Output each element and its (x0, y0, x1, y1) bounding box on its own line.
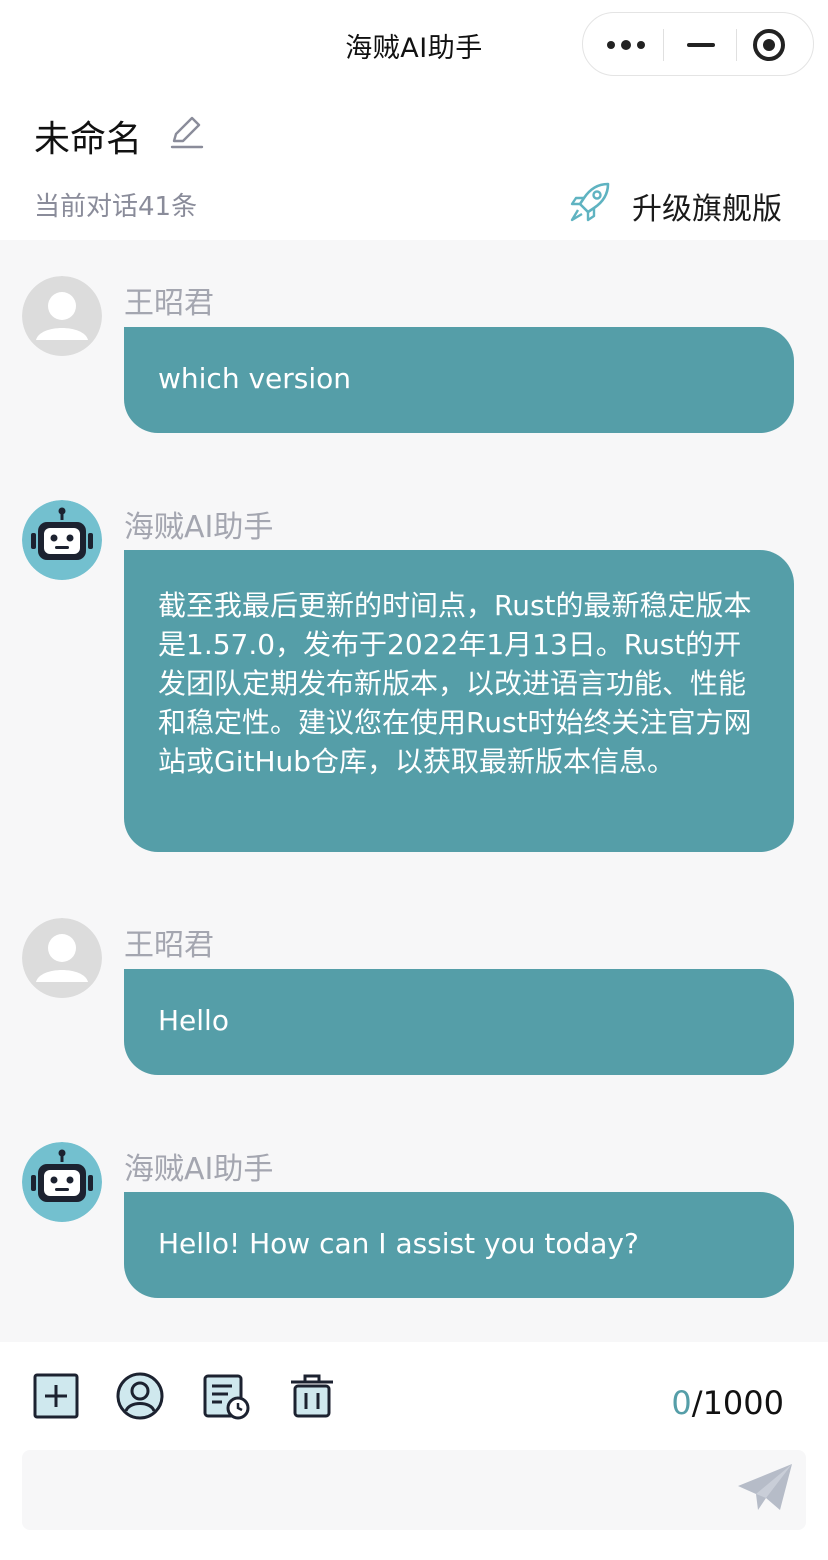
user-avatar-icon (22, 918, 102, 998)
current-char-count: 0 (671, 1384, 692, 1422)
robot-avatar-icon (22, 1142, 102, 1222)
message-bubble: which version (124, 327, 794, 433)
message-bubble: Hello! How can I assist you today? (124, 1192, 794, 1298)
role-select-icon[interactable] (114, 1370, 166, 1422)
input-toolbar: 0/1000 (0, 1342, 828, 1560)
navigation-bar: 海贼AI助手 (0, 0, 828, 90)
conversation-count: 当前对话41条 (34, 192, 198, 222)
robot-avatar-icon (22, 500, 102, 580)
user-avatar-icon (22, 276, 102, 356)
mini-program-capsule (582, 12, 814, 76)
upgrade-button[interactable]: 升级旗舰版 (632, 184, 782, 228)
message-bubble: 截至我最后更新的时间点，Rust的最新稳定版本是1.57.0，发布于2022年1… (124, 550, 794, 852)
close-circle-icon[interactable] (753, 29, 785, 61)
message-input[interactable] (22, 1450, 806, 1530)
send-paper-plane-icon[interactable] (736, 1462, 794, 1514)
new-chat-icon[interactable] (30, 1370, 82, 1422)
character-counter: 0/1000 (671, 1384, 784, 1422)
history-icon[interactable] (200, 1370, 252, 1422)
max-char-count: /1000 (691, 1384, 784, 1422)
pencil-edit-icon[interactable] (168, 112, 206, 150)
more-dots-icon[interactable] (607, 31, 647, 59)
chat-page: 海贼AI助手 未命名 当前对话41条 升级旗舰版 王昭君 which versi… (0, 0, 828, 1560)
message-bubble: Hello (124, 969, 794, 1075)
minimize-icon[interactable] (687, 43, 715, 47)
sender-name: 王昭君 (124, 286, 214, 321)
capsule-divider (736, 29, 737, 61)
sender-name: 王昭君 (124, 928, 214, 963)
rocket-icon[interactable] (568, 180, 612, 224)
chat-title: 未命名 (34, 119, 143, 160)
delete-icon[interactable] (286, 1370, 338, 1422)
capsule-divider (663, 29, 664, 61)
sender-name: 海贼AI助手 (124, 1152, 274, 1187)
sender-name: 海贼AI助手 (124, 510, 274, 545)
message-list[interactable]: 王昭君 which version 海贼AI助手 截至我最后更新的时间点，Rus… (0, 240, 828, 1342)
